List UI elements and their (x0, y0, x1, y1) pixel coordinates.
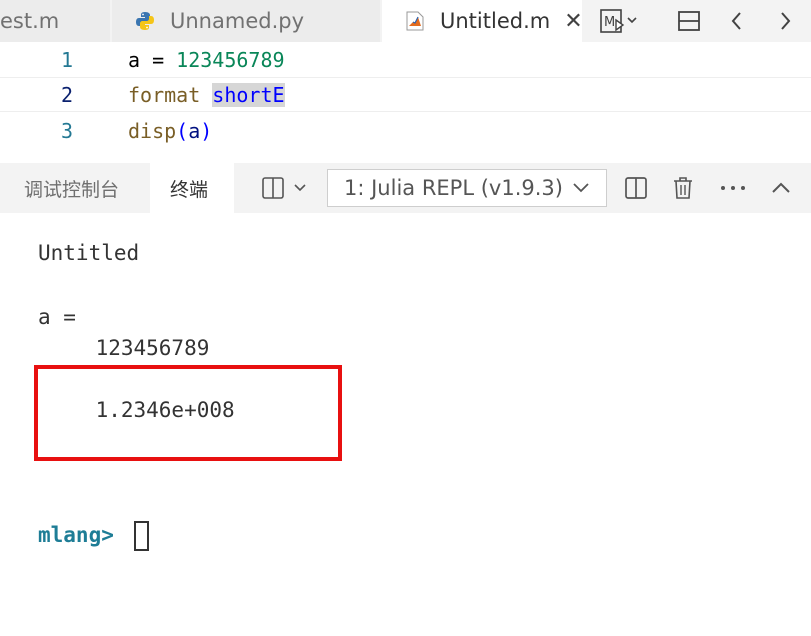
terminal-line: Untitled (38, 241, 140, 265)
terminal-prompt: mlang> (38, 523, 114, 547)
run-preview-icon[interactable]: M (598, 6, 640, 36)
line-number: 1 (60, 47, 74, 72)
terminal-select-dropdown[interactable]: 1: Julia REPL (v1.9.3) (327, 169, 607, 207)
editor-tab-bar: est.m Unnamed.py Untitled.m ✕ M (0, 0, 811, 42)
code-line-1[interactable]: 1 a = 123456789 (0, 42, 811, 77)
tab-est-m[interactable]: est.m (0, 0, 110, 42)
tab-label: est.m (0, 9, 60, 33)
highlight-box (34, 365, 342, 461)
more-actions-icon[interactable] (718, 173, 748, 203)
terminal-output[interactable]: Untitled a = 123456789 1.2346e+008 mlang… (0, 213, 811, 636)
tab-unnamed-py[interactable]: Unnamed.py (112, 0, 380, 42)
chevron-left-icon[interactable] (722, 6, 752, 36)
terminal-line: 123456789 (45, 336, 210, 360)
line-number: 2 (60, 82, 74, 107)
trash-icon[interactable] (668, 173, 698, 203)
split-editor-icon[interactable] (674, 6, 704, 36)
tab-label: Untitled.m (440, 9, 551, 33)
terminal-layout-icon[interactable] (258, 173, 314, 203)
code-line-3[interactable]: 3 disp(a) (0, 113, 811, 148)
code-editor[interactable]: 1 a = 123456789 2 format shortE 3 disp(a… (0, 42, 811, 157)
python-file-icon (134, 10, 156, 32)
code-text: format shortE (128, 82, 285, 107)
code-text: disp(a) (128, 118, 213, 143)
chevron-up-icon[interactable] (766, 173, 796, 203)
line-number: 3 (60, 118, 74, 143)
tab-untitled-m[interactable]: Untitled.m ✕ (382, 0, 583, 42)
panel-header: 调试控制台 终端 1: Julia REPL (v1.9.3) (0, 163, 811, 213)
code-text: a = 123456789 (128, 47, 285, 72)
split-terminal-icon[interactable] (621, 173, 651, 203)
terminal-line: a = (38, 305, 76, 329)
terminal-cursor (134, 521, 149, 551)
tab-terminal[interactable]: 终端 (150, 163, 234, 213)
code-line-2[interactable]: 2 format shortE (0, 77, 811, 112)
chevron-right-icon[interactable] (770, 6, 800, 36)
svg-text:M: M (604, 15, 615, 30)
tab-label: Unnamed.py (170, 9, 304, 33)
tab-debug-console[interactable]: 调试控制台 (0, 163, 148, 213)
chevron-down-icon (570, 176, 592, 203)
close-icon[interactable]: ✕ (564, 9, 582, 34)
matlab-file-icon (404, 10, 426, 32)
terminal-select-value: 1: Julia REPL (v1.9.3) (344, 176, 563, 200)
